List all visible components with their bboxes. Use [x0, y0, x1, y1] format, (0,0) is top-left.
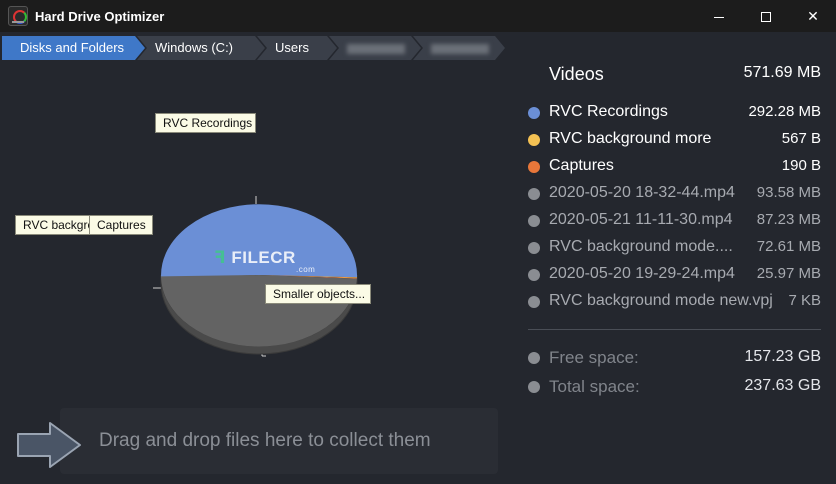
free-space-value: 157.23 GB: [744, 348, 822, 365]
legend-item-captures[interactable]: Captures 190 B: [520, 154, 836, 180]
close-icon: ✕: [807, 8, 819, 24]
legend-dot: [528, 296, 540, 308]
legend-item-file[interactable]: 2020-05-20 18-32-44.mp4 93.58 MB: [520, 181, 836, 207]
legend-folder-name: Videos: [549, 64, 604, 84]
legend-item-size: 567 B: [781, 130, 821, 147]
filecr-logo-icon: ꟻ: [214, 248, 227, 267]
callout-rvc-recordings[interactable]: RVC Recordings: [155, 113, 256, 133]
legend-item-size: 25.97 MB: [756, 265, 821, 282]
legend-folder-size: 571.69 MB: [743, 64, 821, 81]
legend-item-size: 7 KB: [788, 292, 821, 309]
callout-rvc-background-more[interactable]: RVC background more: [15, 215, 95, 235]
watermark-text: FILECR: [231, 248, 296, 267]
free-space-row: Free space: 157.23 GB: [520, 345, 836, 371]
legend-item-rvc-recordings[interactable]: RVC Recordings 292.28 MB: [520, 100, 836, 126]
legend-item-size: 190 B: [781, 157, 821, 174]
legend-item-file[interactable]: RVC background mode.... 72.61 MB: [520, 235, 836, 261]
legend-dot: [528, 161, 540, 173]
arrow-right-icon: [17, 422, 81, 468]
legend-item-size: 72.61 MB: [756, 238, 821, 255]
maximize-button[interactable]: [743, 0, 789, 32]
pie-chart: [153, 196, 358, 357]
maximize-icon: [761, 12, 771, 23]
legend-item-file[interactable]: 2020-05-21 11-11-30.mp4 87.23 MB: [520, 208, 836, 234]
close-button[interactable]: ✕: [790, 0, 836, 32]
legend-item-file[interactable]: RVC background mode new.vpj 7 KB: [520, 289, 836, 315]
legend-dot: [528, 352, 540, 364]
legend-item-rvc-background-more[interactable]: RVC background more 567 B: [520, 127, 836, 153]
legend-dot: [528, 107, 540, 119]
callout-smaller-objects[interactable]: Smaller objects...: [265, 284, 371, 304]
legend-item-size: 292.28 MB: [748, 103, 821, 120]
legend-dot: [528, 215, 540, 227]
legend-dot: [528, 242, 540, 254]
watermark-suffix: .com: [296, 265, 316, 274]
total-space-value: 237.63 GB: [744, 377, 822, 394]
legend-item-file[interactable]: 2020-05-20 19-29-24.mp4 25.97 MB: [520, 262, 836, 288]
callout-captures[interactable]: Captures: [89, 215, 153, 235]
total-space-row: Total space: 237.63 GB: [520, 374, 836, 400]
minimize-icon: [714, 16, 724, 18]
legend-item-size: 87.23 MB: [756, 211, 821, 228]
legend-dot: [528, 269, 540, 281]
minimize-button[interactable]: [696, 0, 742, 32]
drop-zone-text: Drag and drop files here to collect them: [99, 430, 431, 451]
legend-divider: [528, 329, 821, 330]
legend-dot: [528, 381, 540, 393]
legend-dot: [528, 134, 540, 146]
legend-item-size: 93.58 MB: [756, 184, 821, 201]
legend-dot: [528, 188, 540, 200]
filecr-watermark: ꟻ FILECR .com: [214, 248, 315, 274]
